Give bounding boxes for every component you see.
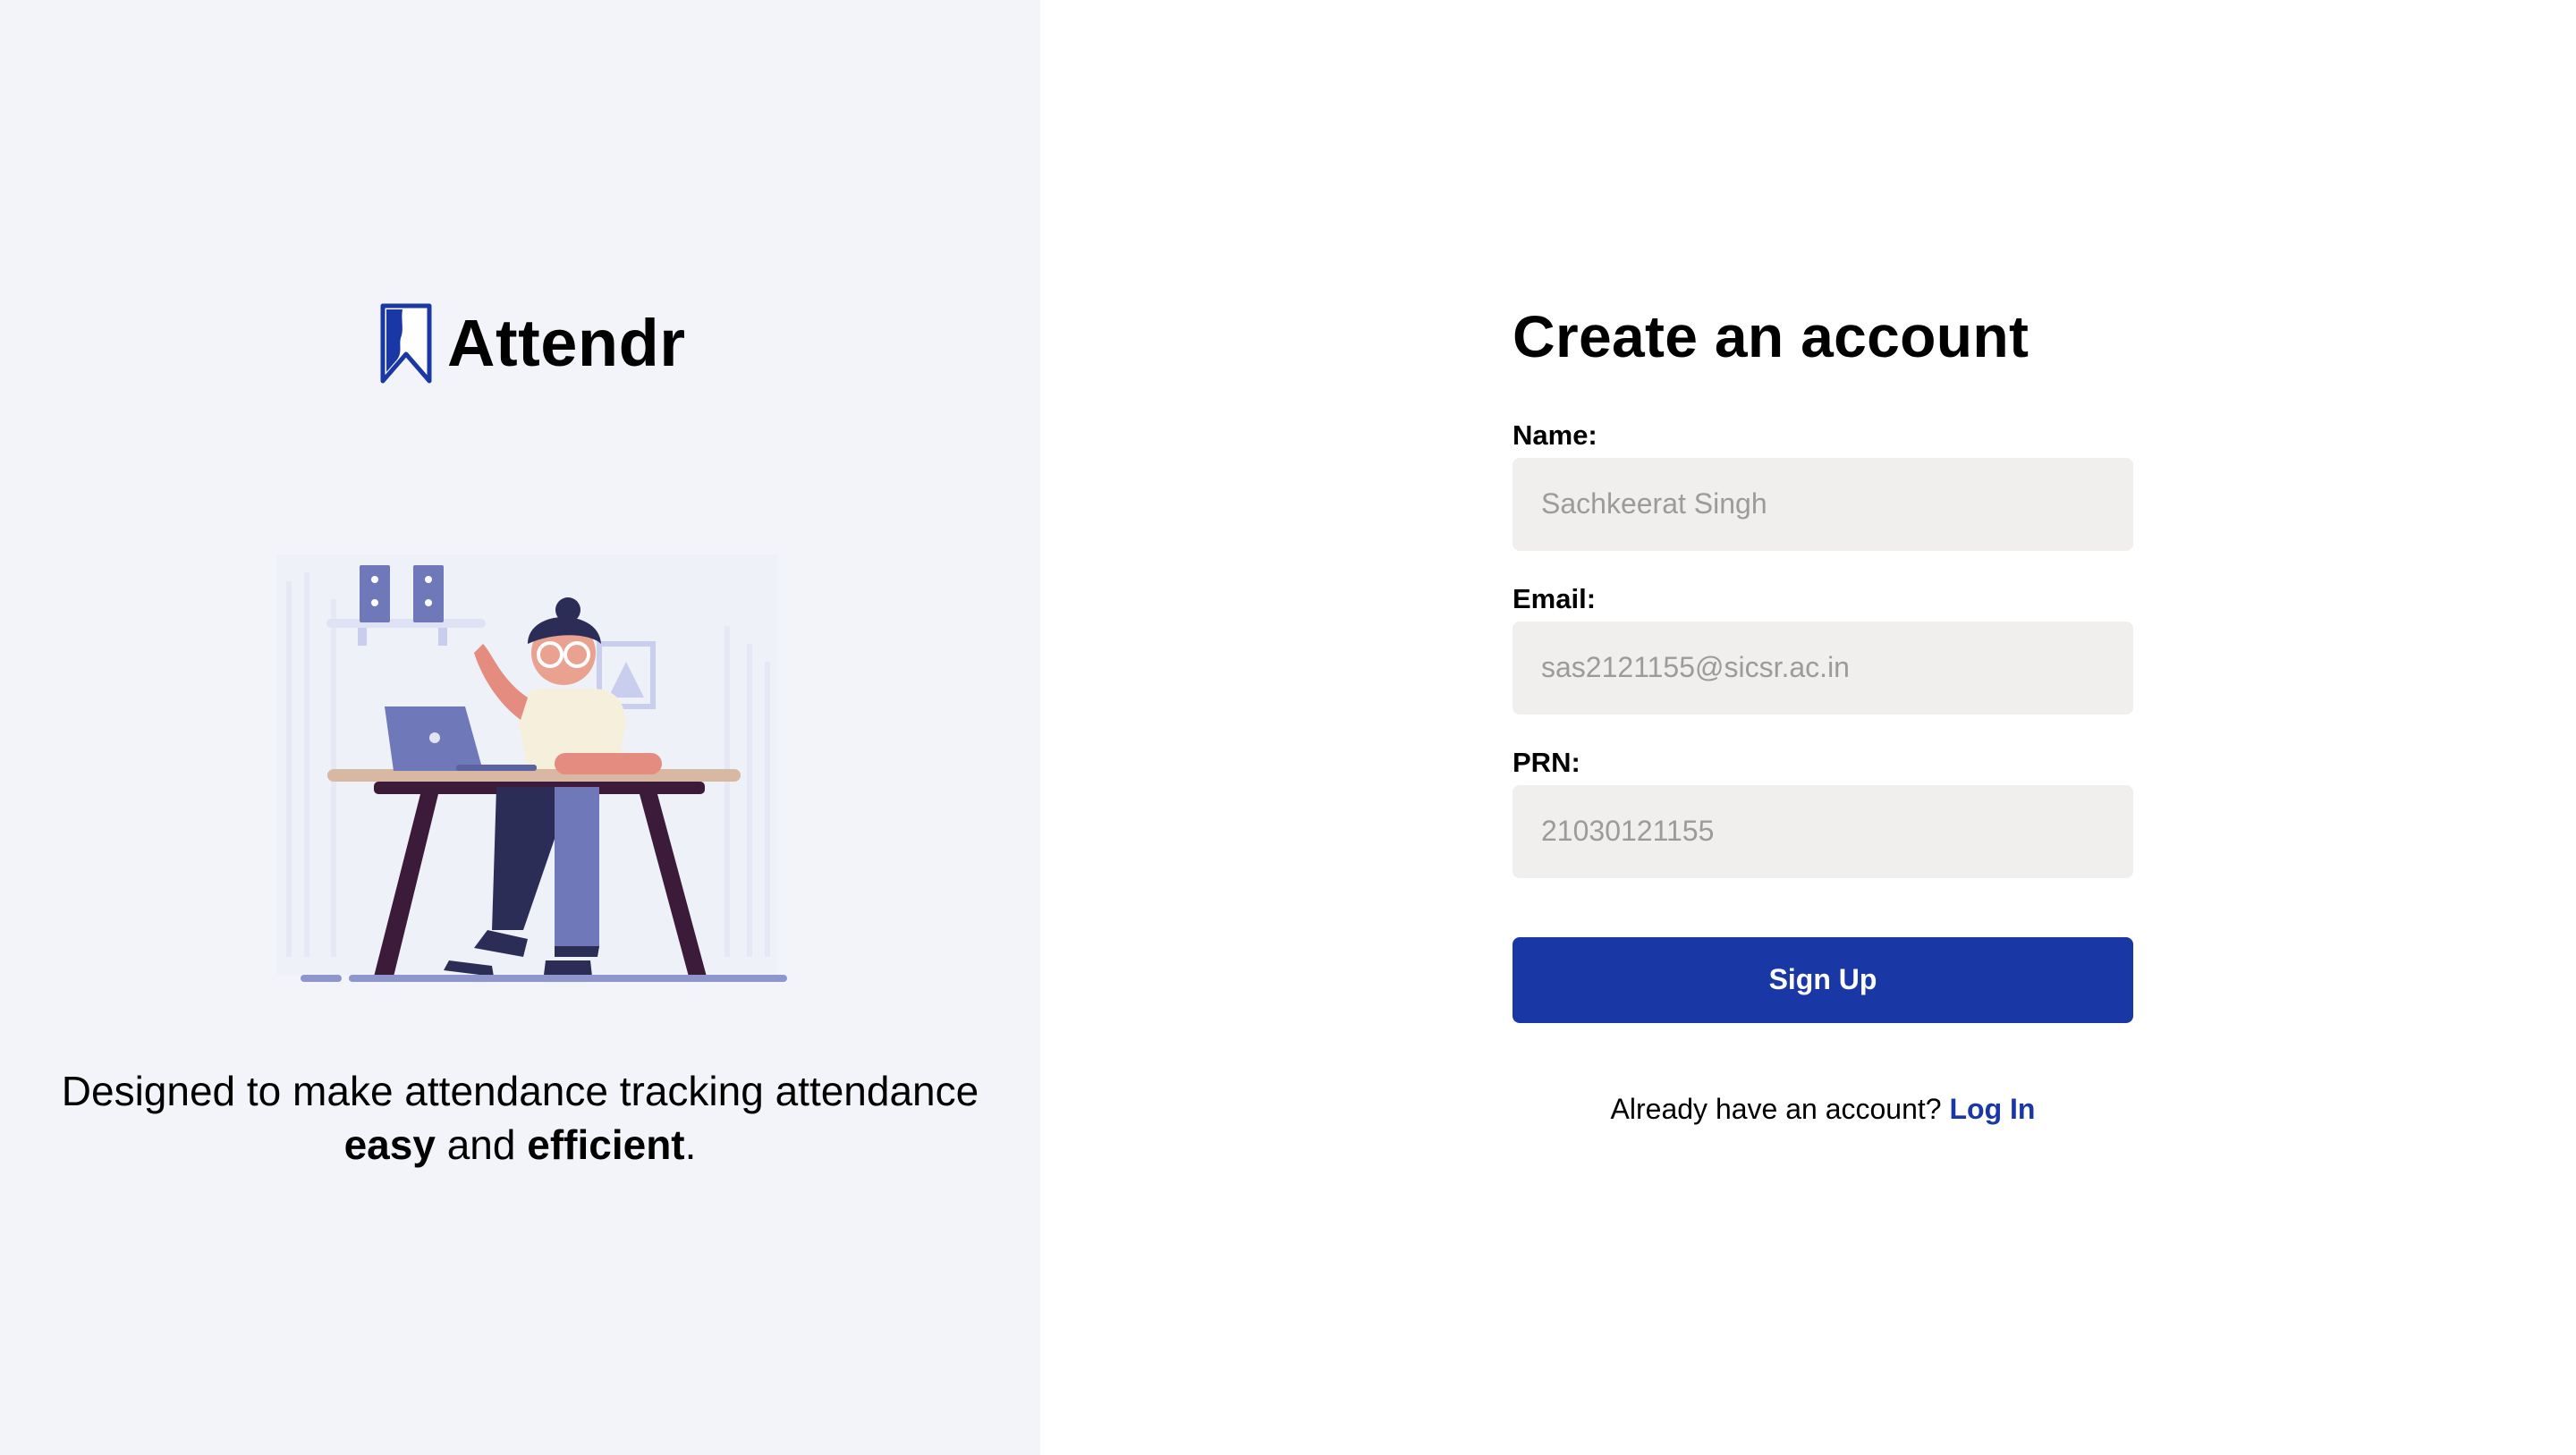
log-in-link[interactable]: Log In [1949, 1093, 2035, 1125]
bookmark-logo-icon [380, 303, 432, 384]
tagline-period: . [684, 1121, 697, 1168]
tagline-emphasis-efficient: efficient [527, 1121, 685, 1168]
prn-label: PRN: [1513, 746, 1580, 778]
left-panel: Attendr Designed to make attendance trac… [0, 0, 1040, 1455]
brand-name: Attendr [447, 306, 686, 380]
tagline-emphasis-easy: easy [343, 1121, 436, 1168]
signup-form: Create an account Name: Email: PRN: Sign… [1513, 304, 2133, 1126]
tagline-conjunction: and [435, 1121, 528, 1168]
tagline-text: Designed to make attendance tracking att… [61, 1068, 979, 1114]
email-field[interactable] [1513, 621, 2133, 715]
login-prompt: Already have an account? [1610, 1092, 1942, 1125]
form-title: Create an account [1513, 303, 2029, 369]
name-label: Name: [1513, 419, 1597, 451]
email-label: Email: [1513, 582, 1597, 614]
name-field[interactable] [1513, 457, 2133, 551]
sign-up-button[interactable]: Sign Up [1513, 936, 2133, 1023]
tagline: Designed to make attendance tracking att… [54, 1064, 987, 1172]
prn-field[interactable] [1513, 784, 2133, 878]
login-row: Already have an account? Log In [1513, 1093, 2133, 1126]
brand: Attendr [379, 300, 686, 386]
person-at-laptop-illustration [277, 554, 787, 982]
